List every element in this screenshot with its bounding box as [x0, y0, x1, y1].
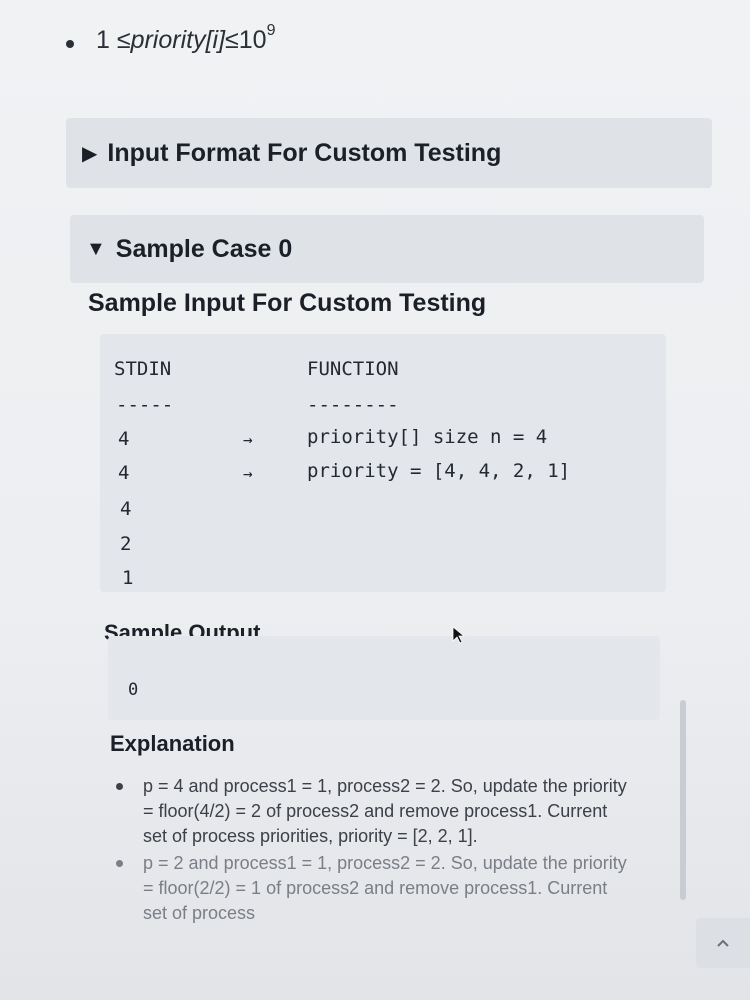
accordion-input-format[interactable]: ▶ Input Format For Custom Testing [66, 118, 712, 188]
triangle-right-icon: ▶ [82, 142, 98, 165]
accordion-sample-case-0[interactable]: ▼ Sample Case 0 [70, 215, 704, 283]
constraint-item: 1 ≤ priority[i] ≤10 9 [66, 22, 275, 55]
scroll-up-button[interactable] [696, 918, 750, 968]
bullet-icon [66, 40, 74, 48]
explanation-text: p = 4 and process1 = 1, process2 = 2. So… [143, 776, 627, 846]
sample-output-box: 0 [108, 636, 660, 720]
explanation-text: p = 2 and process1 = 1, process2 = 2. So… [143, 853, 627, 923]
constraint-exponent: 9 [266, 22, 276, 39]
stdin-value: 4 [118, 428, 130, 450]
list-item: p = 4 and process1 = 1, process2 = 2. So… [116, 774, 636, 849]
right-arrow-icon: → [243, 430, 253, 449]
sample-input-box: STDIN FUNCTION ----- -------- 4 → priori… [100, 334, 666, 592]
stdin-value: 1 [122, 567, 134, 589]
scrollbar[interactable] [680, 700, 686, 900]
chevron-up-icon [717, 939, 729, 947]
problem-page: 1 ≤ priority[i] ≤10 9 ▶ Input Format For … [0, 0, 750, 1000]
bullet-icon [116, 860, 123, 867]
stdin-value: 2 [120, 533, 132, 555]
output-value: 0 [128, 680, 139, 700]
header-stdin: STDIN [114, 358, 172, 380]
explanation-title: Explanation [110, 731, 235, 756]
stdin-value: 4 [118, 462, 130, 484]
accordion-label: Sample Case 0 [115, 234, 293, 263]
triangle-down-icon: ▼ [86, 237, 106, 260]
divider-function: -------- [307, 394, 399, 416]
mouse-cursor-icon [452, 626, 466, 644]
divider-stdin: ----- [116, 394, 174, 416]
constraint-prefix: 1 ≤ [96, 26, 131, 54]
constraint-suffix: ≤10 [225, 26, 267, 54]
bullet-icon [116, 783, 123, 790]
function-value: priority[] size n = 4 [307, 426, 548, 448]
constraint-expr: priority[i] [130, 26, 226, 54]
sample-input-title: Sample Input For Custom Testing [88, 289, 487, 317]
accordion-label: Input Format For Custom Testing [107, 138, 502, 167]
stdin-value: 4 [120, 498, 132, 520]
function-value: priority = [4, 4, 2, 1] [307, 460, 571, 482]
right-arrow-icon: → [243, 464, 253, 483]
list-item: p = 2 and process1 = 1, process2 = 2. So… [116, 851, 636, 926]
header-function: FUNCTION [307, 358, 399, 380]
explanation-list: p = 4 and process1 = 1, process2 = 2. So… [116, 774, 636, 928]
